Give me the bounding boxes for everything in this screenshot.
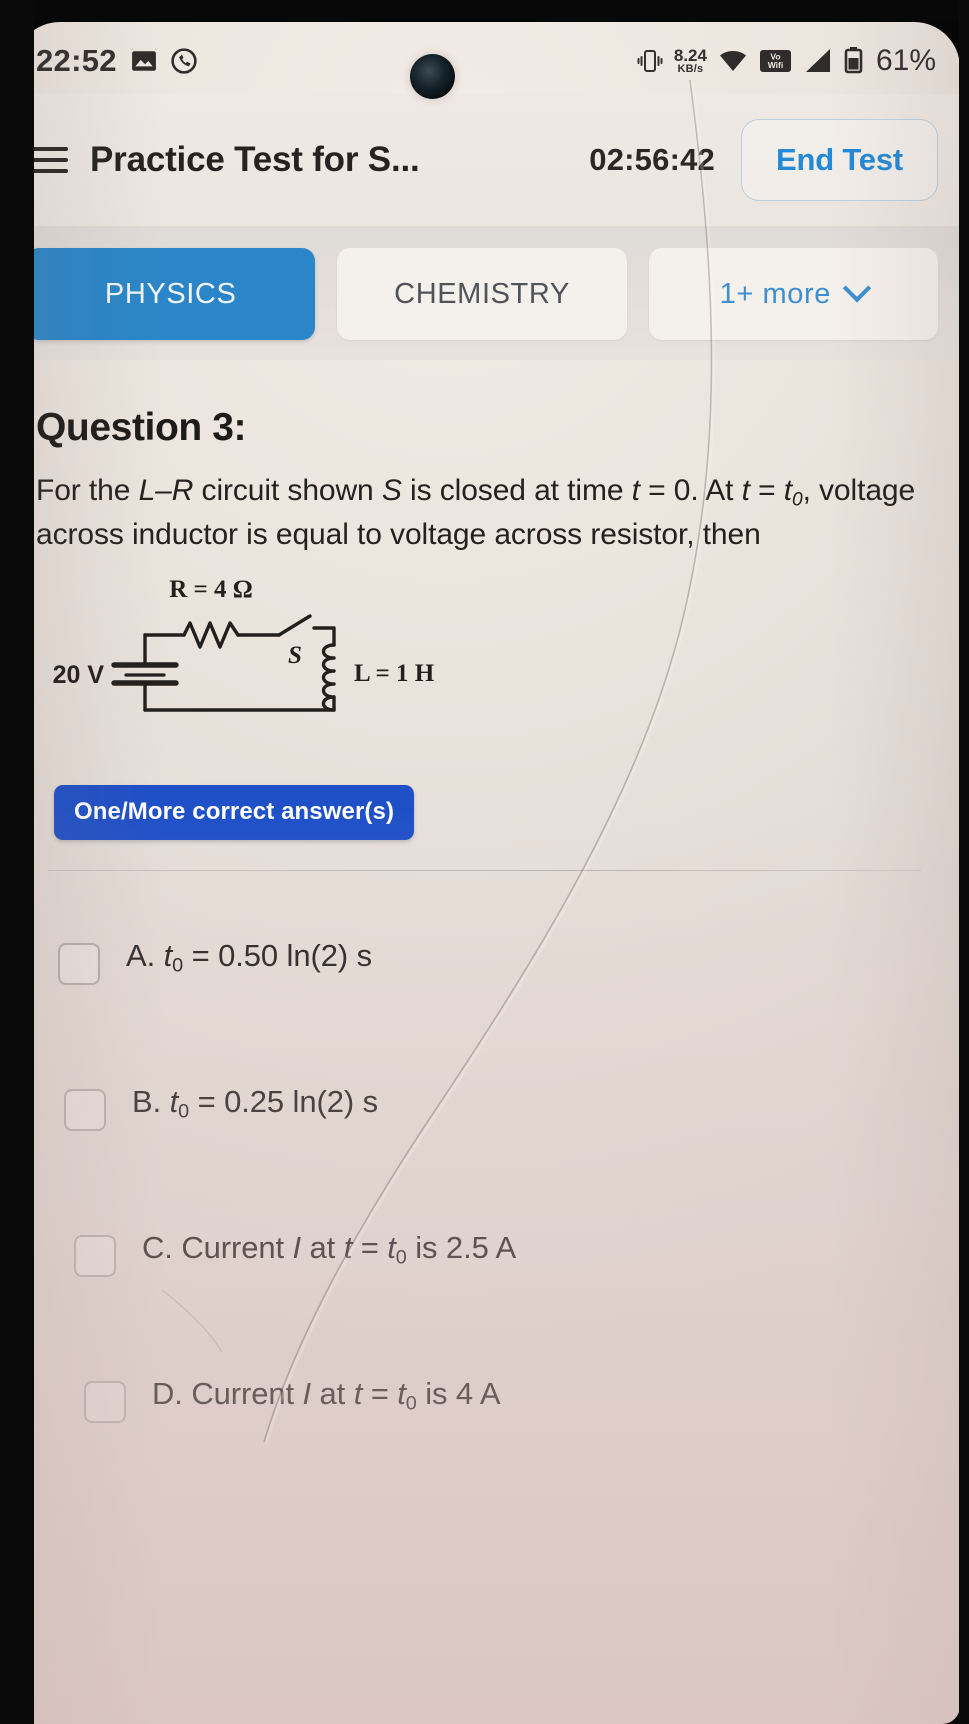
status-bar-left: 22:52 <box>36 43 197 79</box>
status-bar: 22:52 8.24 KB/s Vo Wifi 61% <box>14 22 960 94</box>
network-speed-value: 8.24 <box>673 46 707 65</box>
option-a-label: A. t0 = 0.50 ln(2) s <box>126 937 372 977</box>
q-frag-t0-sub: 0 <box>791 489 803 511</box>
q-frag-t: t <box>631 474 640 507</box>
option-c-label: C. Current I at t = t0 is 2.5 A <box>142 1229 517 1269</box>
question-statement: For the L–R circuit shown S is closed at… <box>36 470 916 557</box>
vowifi-icon: Vo Wifi <box>759 50 791 72</box>
gallery-icon <box>131 51 156 71</box>
tab-chemistry[interactable]: CHEMISTRY <box>337 248 627 340</box>
phone-screen: 22:52 8.24 KB/s Vo Wifi 61% Practice Tes… <box>14 22 960 1724</box>
subject-tabs: PHYSICS CHEMISTRY 1+ more <box>14 226 960 360</box>
chevron-down-icon <box>842 274 872 303</box>
phone-photo: 22:52 8.24 KB/s Vo Wifi 61% Practice Tes… <box>0 0 969 1724</box>
option-b-label: B. t0 = 0.25 ln(2) s <box>132 1083 378 1123</box>
q-frag-t0: t <box>783 474 792 507</box>
lr-circuit-svg: R = 4 Ω S L = 1 H 20 V <box>53 576 435 712</box>
option-a-checkbox[interactable] <box>58 942 100 985</box>
status-bar-right: 8.24 KB/s Vo Wifi 61% <box>637 44 936 78</box>
q-frag-s: S <box>381 474 402 507</box>
circuit-diagram: R = 4 Ω S L = 1 H 20 V <box>42 573 934 743</box>
option-d-label: D. Current I at t = t0 is 4 A <box>152 1375 501 1415</box>
option-b-checkbox[interactable] <box>64 1088 106 1131</box>
phone-bezel-right <box>959 0 969 1724</box>
phone-bezel-left <box>0 0 34 1724</box>
option-a-letter: A. <box>126 937 156 973</box>
q-frag-3: is closed at time <box>401 474 632 507</box>
option-a[interactable]: A. t0 = 0.50 ln(2) s <box>58 937 934 985</box>
option-c-checkbox[interactable] <box>74 1234 116 1277</box>
question-number-title: Question 3: <box>36 406 247 449</box>
wifi-icon <box>719 51 746 71</box>
resistor-label: R = 4 Ω <box>169 576 253 603</box>
voltage-source-label: 20 V <box>53 661 105 689</box>
tab-chemistry-label: CHEMISTRY <box>394 277 570 310</box>
options-list: A. t0 = 0.50 ln(2) s B. t0 = 0.25 ln(2) … <box>14 871 960 1423</box>
tab-physics[interactable]: PHYSICS <box>26 248 316 340</box>
option-d[interactable]: D. Current I at t = t0 is 4 A <box>84 1375 934 1423</box>
option-c[interactable]: C. Current I at t = t0 is 2.5 A <box>74 1229 934 1277</box>
tab-more-label: 1+ more <box>719 277 832 310</box>
q-frag-t2: t <box>741 474 750 507</box>
option-d-checkbox[interactable] <box>84 1380 126 1423</box>
q-frag-2: circuit shown <box>193 474 382 507</box>
q-frag-1: For the <box>36 474 139 507</box>
signal-icon <box>805 49 830 72</box>
option-b-letter: B. <box>132 1083 162 1119</box>
network-speed-indicator: 8.24 KB/s <box>674 47 707 75</box>
switch-label: S <box>288 642 302 669</box>
svg-text:Wifi: Wifi <box>768 60 784 70</box>
battery-icon <box>844 47 863 74</box>
answer-type-badge: One/More correct answer(s) <box>54 784 415 840</box>
question-body: Question 3: For the L–R circuit shown S … <box>14 360 960 871</box>
tab-physics-label: PHYSICS <box>104 277 237 310</box>
inductor-label: L = 1 H <box>354 660 435 687</box>
q-frag-lr: L–R <box>138 474 194 507</box>
q-frag-4: = 0. At <box>639 474 742 507</box>
network-speed-unit: KB/s <box>677 63 704 75</box>
option-c-letter: C. <box>142 1229 173 1265</box>
status-bar-clock: 22:52 <box>36 43 117 78</box>
option-d-letter: D. <box>152 1375 183 1411</box>
call-history-icon <box>171 48 197 74</box>
app-header: Practice Test for S... 02:56:42 End Test <box>14 94 960 226</box>
q-frag-5: = <box>749 474 784 507</box>
battery-percent-label: 61% <box>875 44 936 77</box>
tab-more-subjects[interactable]: 1+ more <box>648 248 938 340</box>
vibrate-icon <box>637 50 663 72</box>
camera-punchhole <box>410 54 455 99</box>
end-test-button[interactable]: End Test <box>740 119 938 201</box>
option-b[interactable]: B. t0 = 0.25 ln(2) s <box>64 1083 934 1131</box>
page-title: Practice Test for S... <box>90 140 420 179</box>
phone-bezel-top <box>0 0 969 20</box>
test-timer: 02:56:42 <box>589 142 715 177</box>
